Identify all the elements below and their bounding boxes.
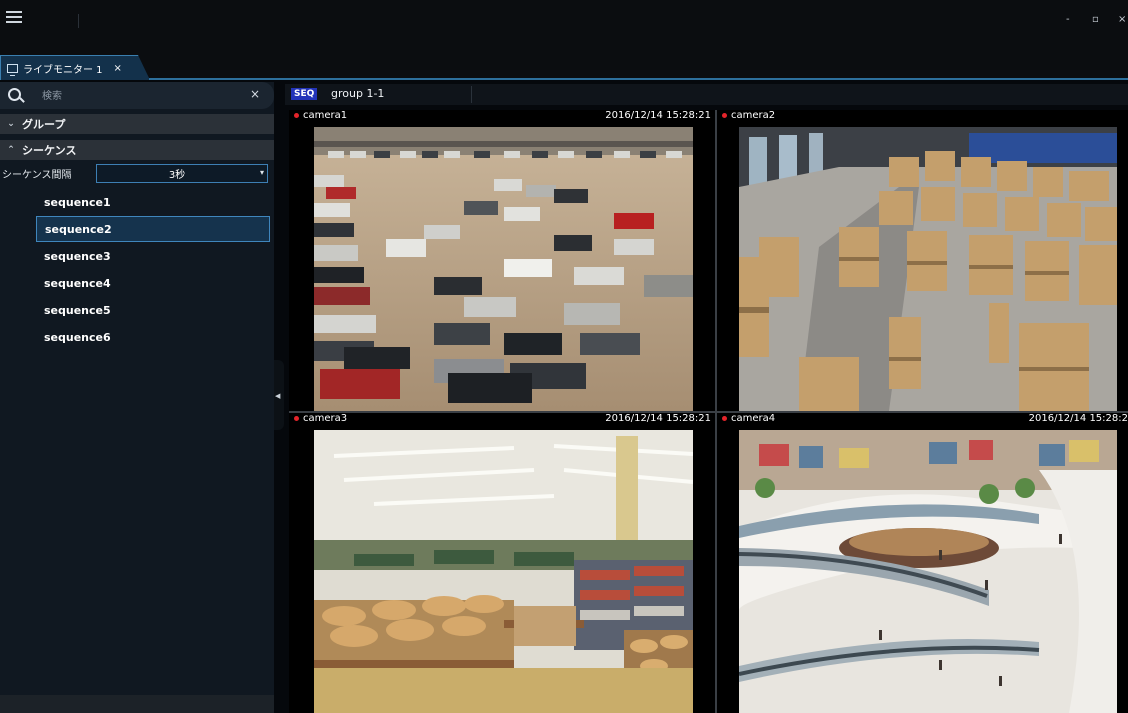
- camera-feed-parking-lot: [314, 127, 693, 411]
- sequence-item-label: sequence2: [45, 222, 112, 236]
- sequence-item-1[interactable]: sequence1: [36, 189, 270, 215]
- sequence-item-3[interactable]: sequence3: [36, 243, 270, 269]
- group-header-divider: [471, 86, 472, 103]
- grid-divider-horizontal: [289, 411, 1128, 413]
- monitor-icon: [7, 63, 18, 76]
- camera-timestamp: 2016/12/14 15:28:21: [605, 110, 711, 121]
- dropdown-arrow-icon: ▾: [259, 168, 264, 177]
- section-header-sequence[interactable]: ⌃ シーケンス: [0, 140, 274, 160]
- recording-indicator-icon: [722, 113, 727, 118]
- hamburger-menu-icon[interactable]: [6, 9, 22, 25]
- chevron-up-icon: ⌃: [7, 145, 15, 155]
- search-bar: ×: [0, 82, 274, 109]
- section-label-group: グループ: [22, 118, 66, 131]
- sequence-interval-select[interactable]: 3秒 ▾: [96, 164, 268, 183]
- sequence-item-5[interactable]: sequence5: [36, 297, 270, 323]
- recording-indicator-icon: [294, 416, 299, 421]
- camera-feed-shopping-mall: [739, 430, 1117, 713]
- sequence-item-6[interactable]: sequence6: [36, 324, 270, 350]
- section-label-sequence: シーケンス: [22, 144, 77, 157]
- tab-label: ライブモニター 1: [23, 64, 103, 76]
- camera-timestamp: 2016/12/14 15:28:2: [1028, 413, 1128, 424]
- recording-indicator-icon: [722, 416, 727, 421]
- title-bar: - ▫ ×: [0, 0, 1128, 40]
- clear-search-icon[interactable]: ×: [250, 87, 260, 101]
- sequence-item-label: sequence5: [44, 303, 111, 317]
- camera-header: camera1 2016/12/14 15:28:21: [289, 110, 715, 124]
- camera-header: camera3 2016/12/14 15:28:21: [289, 413, 715, 427]
- camera-tile-3[interactable]: camera3 2016/12/14 15:28:21: [289, 413, 715, 713]
- toolbar-divider: [78, 14, 79, 28]
- sequence-item-label: sequence1: [44, 195, 111, 209]
- sequence-item-label: sequence6: [44, 330, 111, 344]
- search-icon[interactable]: [8, 88, 21, 101]
- section-header-group[interactable]: ⌄ グループ: [0, 114, 274, 134]
- camera-tile-1[interactable]: camera1 2016/12/14 15:28:21: [289, 110, 715, 411]
- group-name: group 1-1: [331, 87, 385, 100]
- group-header: SEQ group 1-1: [285, 84, 1128, 105]
- sequence-item-label: sequence3: [44, 249, 111, 263]
- sequence-item-label: sequence4: [44, 276, 111, 290]
- sidebar: × ⌄ グループ ⌃ シーケンス シーケンス間隔 3秒 ▾ sequence1 …: [0, 82, 274, 713]
- camera-feed-warehouse: [739, 127, 1117, 411]
- sequence-item-2[interactable]: sequence2: [36, 216, 270, 242]
- maximize-button[interactable]: ▫: [1092, 14, 1099, 26]
- camera-tile-2[interactable]: camera2: [717, 110, 1128, 411]
- tab-strip: [0, 40, 1128, 80]
- camera-feed-supermarket: [314, 430, 693, 713]
- camera-name: camera4: [731, 413, 776, 424]
- camera-header: camera2: [717, 110, 1128, 124]
- minimize-button[interactable]: -: [1066, 14, 1070, 26]
- collapse-left-icon[interactable]: ◀: [275, 392, 280, 400]
- sequence-item-4[interactable]: sequence4: [36, 270, 270, 296]
- camera-name: camera1: [303, 110, 348, 121]
- camera-header: camera4 2016/12/14 15:28:2: [717, 413, 1128, 427]
- recording-indicator-icon: [294, 113, 299, 118]
- camera-name: camera2: [731, 110, 776, 121]
- camera-tile-4[interactable]: camera4 2016/12/14 15:28:2: [717, 413, 1128, 713]
- sequence-interval-value: 3秒: [168, 170, 186, 181]
- sidebar-footer: [0, 695, 274, 713]
- tab-live-monitor-1[interactable]: ライブモニター 1 ×: [0, 55, 150, 80]
- chevron-down-icon: ⌄: [7, 119, 15, 129]
- search-input[interactable]: [40, 87, 244, 105]
- camera-name: camera3: [303, 413, 348, 424]
- camera-timestamp: 2016/12/14 15:28:21: [605, 413, 711, 424]
- seq-badge: SEQ: [291, 88, 318, 100]
- tab-close-icon[interactable]: ×: [114, 63, 122, 74]
- sequence-interval-label: シーケンス間隔: [2, 170, 72, 181]
- close-window-button[interactable]: ×: [1118, 14, 1126, 26]
